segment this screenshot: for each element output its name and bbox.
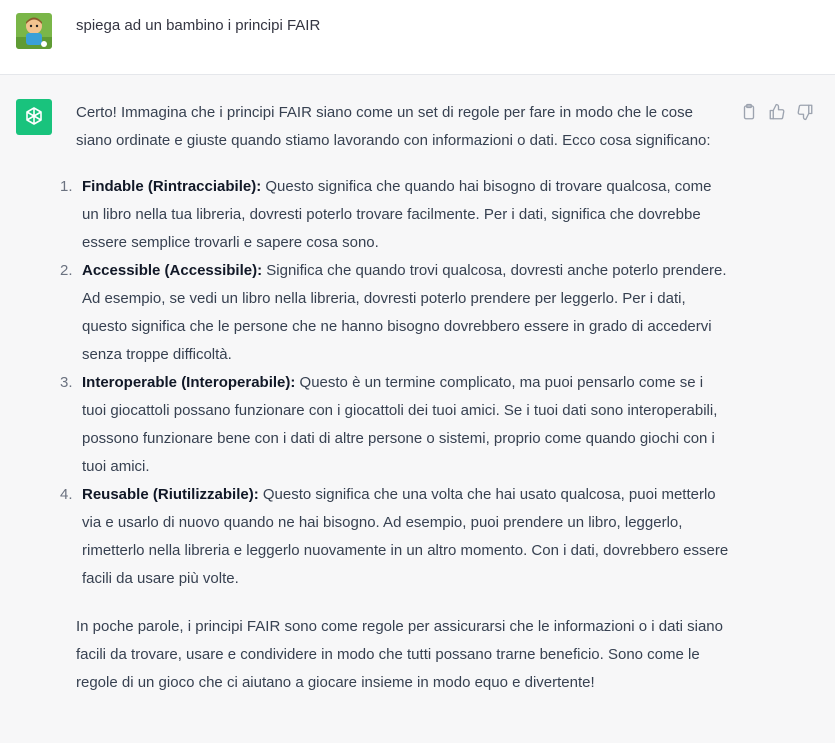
- answer-intro: Certo! Immagina che i principi FAIR sian…: [76, 104, 711, 149]
- list-item-title: Interoperable (Interoperabile):: [82, 374, 296, 391]
- list-number: 3.: [60, 374, 73, 391]
- answer-conclusion: In poche parole, i principi FAIR sono co…: [76, 618, 723, 691]
- list-number: 4.: [60, 486, 73, 503]
- user-message-text: spiega ad un bambino i principi FAIR: [76, 17, 321, 34]
- assistant-message-row: Certo! Immagina che i principi FAIR sian…: [0, 75, 835, 743]
- list-item-title: Reusable (Riutilizzabile):: [82, 486, 259, 503]
- assistant-message: Certo! Immagina che i principi FAIR sian…: [60, 99, 731, 697]
- list-number: 2.: [60, 262, 73, 279]
- list-item-title: Accessible (Accessibile):: [82, 262, 263, 279]
- message-actions: [740, 103, 814, 121]
- clipboard-icon[interactable]: [740, 103, 758, 121]
- user-message-row: spiega ad un bambino i principi FAIR: [0, 0, 835, 75]
- openai-logo-icon: [16, 99, 52, 135]
- list-item: 3. Interoperable (Interoperabile): Quest…: [60, 369, 731, 481]
- fair-principles-list: 1. Findable (Rintracciabile): Questo sig…: [60, 173, 731, 593]
- list-number: 1.: [60, 178, 73, 195]
- list-item-title: Findable (Rintracciabile):: [82, 178, 262, 195]
- list-item: 2. Accessible (Accessibile): Significa c…: [60, 257, 731, 369]
- list-item: 4. Reusable (Riutilizzabile): Questo sig…: [60, 481, 731, 593]
- thumbs-down-icon[interactable]: [796, 103, 814, 121]
- thumbs-up-icon[interactable]: [768, 103, 786, 121]
- user-avatar: [16, 13, 52, 49]
- list-item: 1. Findable (Rintracciabile): Questo sig…: [60, 173, 731, 257]
